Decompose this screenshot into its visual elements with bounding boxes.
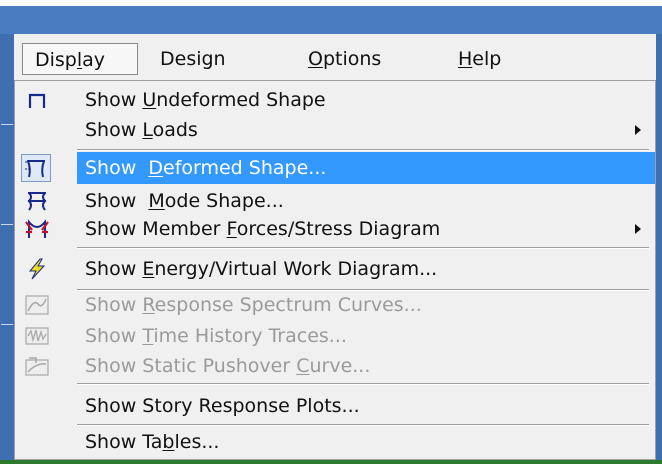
menu-item-show-response-spectrum[interactable]: Show Response Spectrum Curves... (15, 288, 655, 322)
menu-item-show-story-response-plots[interactable]: Show Story Response Plots... (15, 389, 655, 423)
menu-item-label: Show Loads (85, 119, 198, 141)
menu-label-post: Design (160, 48, 226, 70)
display-dropdown-menu: Show Undeformed Shape Show Loads Show De… (14, 80, 656, 460)
window-frame-left (0, 34, 14, 464)
menu-item-label: Show Time History Traces... (85, 325, 347, 347)
menu-item-show-undeformed-shape[interactable]: Show Undeformed Shape (15, 83, 655, 117)
menu-item-label: Show Member Forces/Stress Diagram (85, 218, 441, 240)
deformed-shape-icon (21, 154, 51, 182)
undeformed-shape-icon (24, 89, 50, 111)
mode-shape-icon (24, 190, 50, 212)
menu-item-label: Show Energy/Virtual Work Diagram... (85, 258, 438, 280)
menu-item-label: Show Tables... (85, 431, 220, 453)
menu-mnemonic: H (458, 48, 473, 70)
menu-display[interactable]: Display (22, 43, 138, 75)
menu-item-label: Show Deformed Shape... (85, 157, 327, 179)
menu-item-label: Show Response Spectrum Curves... (85, 294, 422, 316)
menu-item-show-pushover-curve[interactable]: Show Static Pushover Curve... (15, 349, 655, 383)
response-spectrum-icon (24, 294, 50, 316)
window-frame-top (0, 0, 662, 34)
menu-item-label: Show Static Pushover Curve... (85, 355, 371, 377)
menu-label-post: ay (82, 49, 106, 71)
energy-lightning-icon (24, 258, 50, 280)
member-forces-icon (24, 218, 50, 240)
menu-label-pre: Disp (35, 49, 77, 71)
submenu-arrow-icon (635, 125, 641, 135)
menu-item-label: Show Story Response Plots... (85, 395, 360, 417)
frame-tick (1, 224, 13, 225)
menu-separator (77, 383, 649, 385)
menu-item-show-time-history[interactable]: Show Time History Traces... (15, 319, 655, 353)
menu-help[interactable]: Help (446, 43, 513, 75)
menu-design[interactable]: Design (148, 43, 238, 75)
frame-tick (1, 124, 13, 125)
menu-mnemonic: O (308, 48, 323, 70)
menu-options[interactable]: Options (296, 43, 393, 75)
menu-item-show-energy-diagram[interactable]: Show Energy/Virtual Work Diagram... (15, 252, 655, 286)
menu-separator (77, 247, 649, 249)
menu-bar: Display Design Options Help (14, 34, 656, 81)
menu-separator (77, 149, 649, 151)
menu-item-show-loads[interactable]: Show Loads (15, 113, 655, 147)
menu-item-show-member-forces[interactable]: Show Member Forces/Stress Diagram (15, 212, 655, 246)
menu-item-show-tables[interactable]: Show Tables... (15, 425, 655, 459)
submenu-arrow-icon (635, 224, 641, 234)
menu-item-show-deformed-shape[interactable]: Show Deformed Shape... (15, 151, 655, 185)
pushover-curve-icon (24, 355, 50, 377)
menu-label-post: ptions (322, 48, 382, 70)
window-frame-right (656, 34, 662, 464)
frame-tick (1, 324, 13, 325)
menu-label-post: elp (472, 48, 502, 70)
frame-highlight (0, 0, 662, 6)
time-history-icon (24, 325, 50, 347)
canvas-edge (0, 460, 662, 464)
menu-item-label: Show Undeformed Shape (85, 89, 326, 111)
